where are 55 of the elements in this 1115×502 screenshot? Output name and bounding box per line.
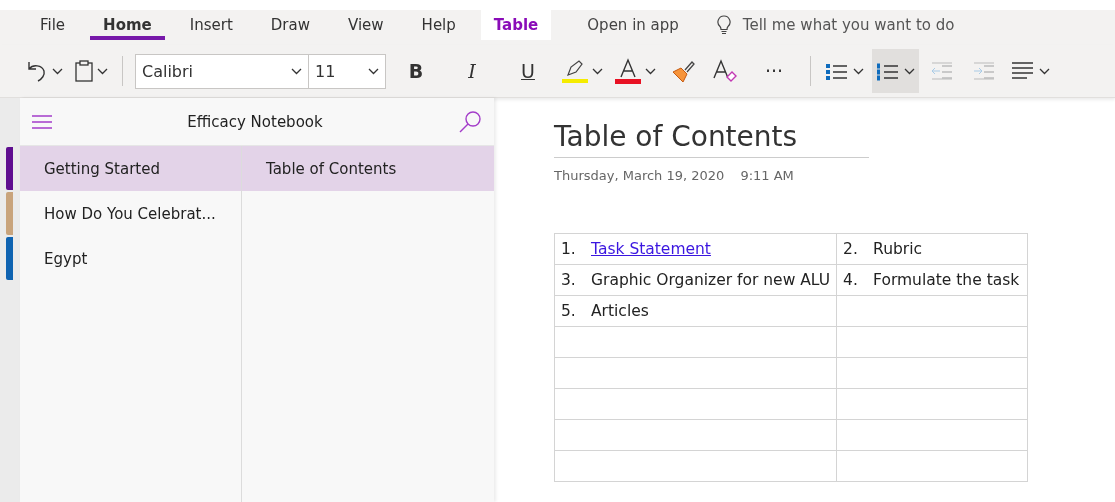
cell-text: Formulate the task [873,271,1020,289]
font-color-icon [615,58,641,84]
section-item[interactable]: Egypt [20,236,241,281]
ribbon-tab[interactable]: Help [408,10,469,40]
ribbon-tab[interactable]: Insert [176,10,246,40]
list-number: 3. [561,271,577,289]
list-number: 5. [561,302,577,320]
font-size-dropdown[interactable]: 11 [309,54,385,88]
highlighter-icon [562,59,588,83]
decrease-indent-icon [930,60,954,82]
tell-me-placeholder: Tell me what you want to do [742,16,955,34]
ribbon-tab[interactable]: Table [480,10,552,40]
ribbon-tab[interactable]: Home [90,10,165,40]
list-number: 4. [843,271,859,289]
ribbon-tab[interactable]: File [27,10,79,40]
tell-me-field[interactable]: Tell me what you want to do [716,10,955,40]
chevron-down-icon [904,67,915,75]
open-in-app-link[interactable]: Open in app [587,10,679,40]
more-button[interactable]: ··· [748,49,800,93]
font-name-dropdown[interactable]: Calibri [136,54,309,88]
ribbon-tab[interactable]: View [335,10,397,40]
notebook-title: Efficacy Notebook [187,112,323,131]
chevron-down-icon [97,67,108,75]
bold-button[interactable]: B [390,49,442,93]
chevron-down-icon [52,67,63,75]
page-title: Table of Contents [554,120,869,158]
page-item[interactable]: Table of Contents [242,146,494,191]
chevron-down-icon [645,67,656,75]
section-item[interactable]: How Do You Celebrat... [20,191,241,236]
chevron-down-icon [1039,67,1050,75]
clipboard-icon [75,60,93,82]
italic-button[interactable]: I [446,49,498,93]
page-date: Thursday, March 19, 2020 [554,168,725,183]
ribbon-tab[interactable]: Draw [257,10,323,40]
cell-text: Graphic Organizer for new ALU [591,271,831,289]
list-number: 2. [843,240,859,258]
underline-button[interactable]: U [502,49,554,93]
increase-indent-icon [972,60,996,82]
cell-text: Articles [591,302,649,320]
chevron-down-icon [853,67,864,75]
search-icon[interactable] [458,109,482,134]
chevron-down-icon [368,67,379,75]
lightbulb-icon [716,15,731,35]
clear-formatting-icon [712,59,738,83]
menu-icon[interactable] [32,114,52,129]
paintbrush-icon [671,60,695,82]
align-left-icon [1011,60,1035,82]
cell-text: Rubric [873,240,922,258]
chevron-down-icon [291,67,302,75]
page-link[interactable]: Task Statement [591,240,711,258]
undo-icon [26,59,48,83]
chevron-down-icon [592,67,603,75]
numbering-button[interactable] [872,49,919,93]
list-number: 1. [561,240,577,258]
page-time: 9:11 AM [740,168,794,183]
